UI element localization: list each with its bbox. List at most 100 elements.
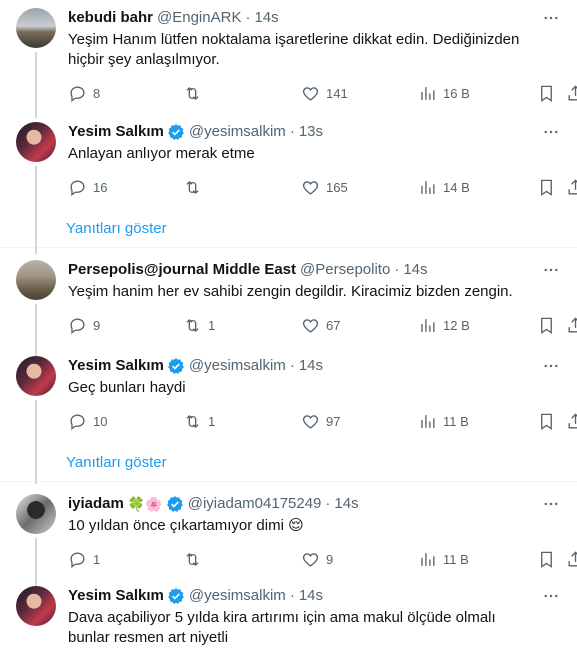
view-count: 14 B: [443, 180, 470, 195]
verified-badge-icon: [167, 587, 185, 605]
author-name[interactable]: Yesim Salkım: [68, 356, 164, 376]
tweet[interactable]: iyiadam 🍀🌸 @iyiadam04175249 · 14s 10 yıl…: [0, 482, 577, 586]
author-handle[interactable]: @EnginARK: [157, 8, 241, 28]
author-handle[interactable]: @yesimsalkim: [189, 586, 286, 606]
more-button[interactable]: [541, 8, 561, 28]
views-button[interactable]: 16 B: [418, 84, 470, 103]
reply-count: 10: [93, 414, 108, 429]
author-handle[interactable]: @yesimsalkim: [189, 122, 286, 142]
share-button[interactable]: [566, 412, 577, 431]
like-count: 9: [326, 552, 334, 567]
retweet-icon: [186, 553, 199, 566]
author-handle[interactable]: @iyiadam04175249: [188, 494, 322, 514]
bookmark-button[interactable]: [537, 412, 556, 431]
retweet-button[interactable]: [183, 178, 208, 197]
share-button[interactable]: [566, 178, 577, 197]
bookmark-button[interactable]: [537, 178, 556, 197]
tweet[interactable]: Yesim Salkım @yesimsalkim · 14s Geç bunl…: [0, 344, 577, 484]
tweet[interactable]: Yesim Salkım @yesimsalkim · 14s Dava aça…: [0, 574, 577, 650]
retweet-button[interactable]: [183, 550, 208, 569]
more-icon: [544, 130, 558, 134]
replies-feed: kebudi bahr @EnginARK · 14s Yeşim Hanım …: [0, 0, 577, 650]
avatar[interactable]: [16, 356, 56, 396]
avatar[interactable]: [16, 586, 56, 626]
verified-badge-icon: [166, 495, 184, 513]
retweet-button[interactable]: 1: [183, 316, 215, 335]
like-icon: [302, 87, 319, 101]
more-button[interactable]: [541, 260, 561, 280]
tweet-text: Geç bunları haydi: [68, 379, 186, 396]
more-button[interactable]: [541, 356, 561, 376]
view-count: 11 B: [443, 414, 469, 429]
avatar[interactable]: [16, 8, 56, 48]
avatar[interactable]: [16, 260, 56, 300]
show-replies-link[interactable]: Yanıtları göster: [0, 432, 577, 482]
author-name[interactable]: Yesim Salkım: [68, 122, 164, 142]
views-icon: [421, 181, 435, 194]
tweet[interactable]: Persepolis@journal Middle East @Persepol…: [0, 248, 577, 356]
more-button[interactable]: [541, 494, 561, 514]
tweet-text: Dava açabiliyor 5 yılda kira artırımı iç…: [68, 609, 496, 646]
timestamp[interactable]: 13s: [299, 122, 323, 142]
retweet-button[interactable]: [183, 84, 208, 103]
share-button[interactable]: [566, 84, 577, 103]
share-button[interactable]: [566, 316, 577, 335]
like-button[interactable]: 9: [301, 550, 333, 569]
bookmark-icon: [541, 85, 552, 102]
author-handle[interactable]: @yesimsalkim: [189, 356, 286, 376]
share-icon: [568, 413, 577, 429]
reply-button[interactable]: 1: [68, 550, 100, 569]
retweet-button[interactable]: 1: [183, 412, 215, 431]
author-name[interactable]: Persepolis@journal Middle East: [68, 260, 296, 280]
bookmark-button[interactable]: [537, 84, 556, 103]
author-name[interactable]: kebudi bahr: [68, 8, 153, 28]
show-replies-link[interactable]: Yanıtları göster: [0, 198, 577, 248]
views-button[interactable]: 11 B: [418, 550, 469, 569]
more-button[interactable]: [541, 122, 561, 142]
tweet-text: 10 yıldan önce çıkartamıyor dimi 😌: [68, 517, 304, 534]
name-emoji: 🍀🌸: [127, 496, 163, 512]
views-button[interactable]: 11 B: [418, 412, 469, 431]
author-name[interactable]: Yesim Salkım: [68, 586, 164, 606]
timestamp[interactable]: 14s: [299, 356, 323, 376]
timestamp[interactable]: 14s: [299, 586, 323, 606]
views-button[interactable]: 12 B: [418, 316, 470, 335]
avatar[interactable]: [16, 122, 56, 162]
bookmark-icon: [541, 551, 552, 568]
tweet[interactable]: Yesim Salkım @yesimsalkim · 13s Anlayan …: [0, 110, 577, 254]
tweet-text: Anlayan anlıyor merak etme: [68, 145, 255, 162]
reply-button[interactable]: 9: [68, 316, 100, 335]
like-button[interactable]: 67: [301, 316, 340, 335]
bookmark-button[interactable]: [537, 550, 556, 569]
timestamp[interactable]: 14s: [334, 494, 358, 514]
action-bar: 10 1 97 11 B: [68, 406, 577, 438]
like-button[interactable]: 141: [301, 84, 348, 103]
timestamp[interactable]: 14s: [254, 8, 278, 28]
like-button[interactable]: 97: [301, 412, 340, 431]
thread-line: [35, 400, 37, 484]
like-icon: [302, 415, 319, 429]
like-button[interactable]: 165: [301, 178, 348, 197]
more-icon: [544, 594, 558, 598]
author-name[interactable]: iyiadam: [68, 494, 124, 514]
views-button[interactable]: 14 B: [418, 178, 470, 197]
tweet[interactable]: kebudi bahr @EnginARK · 14s Yeşim Hanım …: [0, 0, 577, 118]
verified-badge-icon: [167, 123, 185, 141]
share-button[interactable]: [566, 550, 577, 569]
view-count: 11 B: [443, 552, 469, 567]
avatar[interactable]: [16, 494, 56, 534]
view-count: 12 B: [443, 318, 470, 333]
tweet-text: Yeşim hanim her ev sahibi zengin degildi…: [68, 283, 513, 300]
more-button[interactable]: [541, 586, 561, 606]
views-icon: [421, 319, 435, 332]
reply-button[interactable]: 8: [68, 84, 100, 103]
timestamp[interactable]: 14s: [403, 260, 427, 280]
verified-badge-icon: [167, 357, 185, 375]
reply-icon: [70, 318, 85, 334]
reply-button[interactable]: 16: [68, 178, 107, 197]
reply-button[interactable]: 10: [68, 412, 107, 431]
author-handle[interactable]: @Persepolito: [300, 260, 390, 280]
share-icon: [568, 85, 577, 101]
bookmark-button[interactable]: [537, 316, 556, 335]
action-bar: 1 9 11 B: [68, 544, 577, 576]
